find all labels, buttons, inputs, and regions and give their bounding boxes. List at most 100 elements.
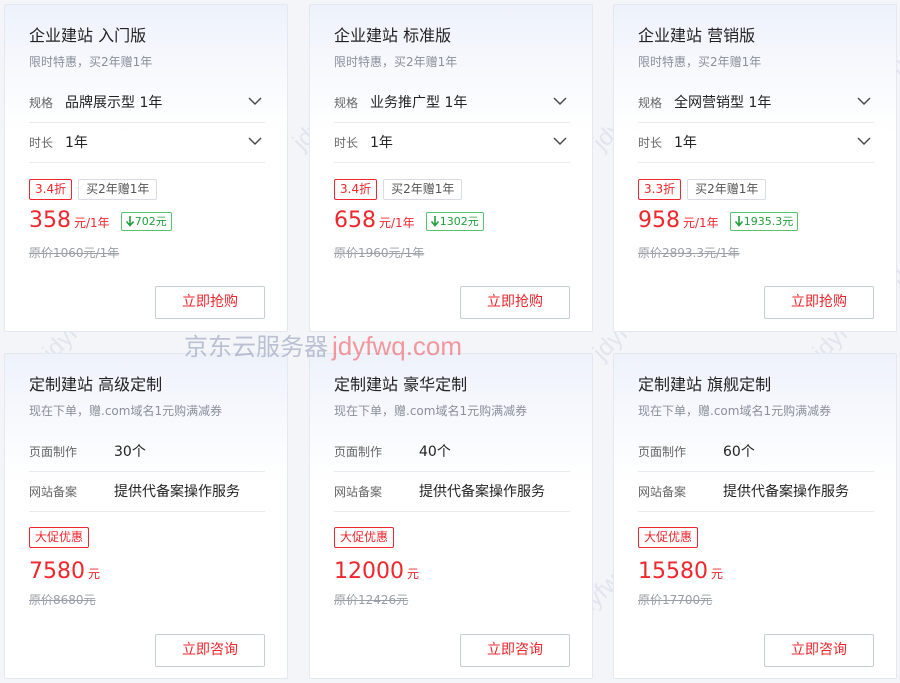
original-price: 原价1960元/1年 xyxy=(334,246,425,260)
price-value: 358 xyxy=(29,208,71,233)
chevron-down-icon xyxy=(857,97,871,105)
icp-label: 网站备案 xyxy=(638,485,687,499)
card-title: 企业建站 营销版 xyxy=(638,26,756,45)
original-price: 原价1060元/1年 xyxy=(29,246,120,260)
original-price: 原价17700元 xyxy=(638,593,713,607)
pages-row: 页面制作 40个 xyxy=(334,432,570,472)
spec-value: 全网营销型 1年 xyxy=(674,95,772,111)
card-title: 企业建站 入门版 xyxy=(29,26,147,45)
original-price: 原价2893.3元/1年 xyxy=(638,246,740,260)
price-unit: 元/1年 xyxy=(74,216,110,230)
price-unit: 元/1年 xyxy=(379,216,415,230)
card-subtitle: 现在下单，赠.com域名1元购满减券 xyxy=(638,404,832,418)
saving-badge: 1302元 xyxy=(425,212,484,231)
spec-value: 业务推广型 1年 xyxy=(370,95,468,111)
icp-label: 网站备案 xyxy=(334,485,383,499)
duration-label: 时长 xyxy=(638,136,663,150)
card-subtitle: 限时特惠，买2年赠1年 xyxy=(638,55,762,69)
duration-select[interactable]: 时长 1年 xyxy=(29,123,265,163)
custom-card-advanced: 定制建站 高级定制 现在下单，赠.com域名1元购满减券 页面制作 30个 网站… xyxy=(4,353,288,679)
buy-now-button[interactable]: 立即抢购 xyxy=(155,286,265,319)
price-value: 7580 xyxy=(29,559,85,584)
price-unit: 元/1年 xyxy=(683,216,719,230)
card-subtitle: 限时特惠，买2年赠1年 xyxy=(334,55,458,69)
chevron-down-icon xyxy=(553,137,567,145)
icp-value: 提供代备案操作服务 xyxy=(419,484,545,500)
buy-now-button[interactable]: 立即抢购 xyxy=(460,286,570,319)
duration-value: 1年 xyxy=(65,135,88,151)
card-title: 企业建站 标准版 xyxy=(334,26,452,45)
icp-value: 提供代备案操作服务 xyxy=(723,484,849,500)
duration-select[interactable]: 时长 1年 xyxy=(334,123,570,163)
price-value: 15580 xyxy=(638,559,708,584)
pages-label: 页面制作 xyxy=(29,445,78,459)
arrow-down-icon xyxy=(734,216,743,227)
card-title: 定制建站 旗舰定制 xyxy=(638,375,772,394)
pages-row: 页面制作 60个 xyxy=(638,432,874,472)
card-subtitle: 限时特惠，买2年赠1年 xyxy=(29,55,153,69)
card-subtitle: 现在下单，赠.com域名1元购满减券 xyxy=(29,404,223,418)
promo-badge: 大促优惠 xyxy=(29,527,90,548)
spec-select[interactable]: 规格 全网营销型 1年 xyxy=(638,83,874,123)
card-title: 定制建站 豪华定制 xyxy=(334,375,468,394)
price-value: 658 xyxy=(334,208,376,233)
icp-label: 网站备案 xyxy=(29,485,78,499)
pages-value: 40个 xyxy=(419,444,451,460)
icp-row: 网站备案 提供代备案操作服务 xyxy=(638,472,874,512)
original-price: 原价8680元 xyxy=(29,593,96,607)
price-value: 12000 xyxy=(334,559,404,584)
product-card-standard: 企业建站 标准版 限时特惠，买2年赠1年 规格 业务推广型 1年 时长 1年 3… xyxy=(309,4,593,332)
saving-badge: 1935.3元 xyxy=(729,212,799,231)
arrow-down-icon xyxy=(430,216,439,227)
price-value: 958 xyxy=(638,208,680,233)
discount-badge: 3.3折 xyxy=(638,179,682,200)
pages-value: 30个 xyxy=(114,444,146,460)
spec-select[interactable]: 规格 品牌展示型 1年 xyxy=(29,83,265,123)
promo-badge: 买2年赠1年 xyxy=(383,179,463,200)
custom-card-luxury: 定制建站 豪华定制 现在下单，赠.com域名1元购满减券 页面制作 40个 网站… xyxy=(309,353,593,679)
promo-badge: 大促优惠 xyxy=(334,527,395,548)
spec-label: 规格 xyxy=(29,96,54,110)
icp-value: 提供代备案操作服务 xyxy=(114,484,240,500)
chevron-down-icon xyxy=(248,137,262,145)
duration-select[interactable]: 时长 1年 xyxy=(638,123,874,163)
spec-value: 品牌展示型 1年 xyxy=(65,95,163,111)
product-card-marketing: 企业建站 营销版 限时特惠，买2年赠1年 规格 全网营销型 1年 时长 1年 3… xyxy=(613,4,897,332)
original-price: 原价12426元 xyxy=(334,593,409,607)
chevron-down-icon xyxy=(857,137,871,145)
promo-badge: 买2年赠1年 xyxy=(78,179,158,200)
price-unit: 元 xyxy=(407,567,420,581)
consult-button[interactable]: 立即咨询 xyxy=(155,634,265,667)
consult-button[interactable]: 立即咨询 xyxy=(764,634,874,667)
saving-badge: 702元 xyxy=(120,212,172,231)
saving-amount: 702元 xyxy=(134,215,167,228)
saving-amount: 1302元 xyxy=(439,215,479,228)
chevron-down-icon xyxy=(248,97,262,105)
buy-now-button[interactable]: 立即抢购 xyxy=(764,286,874,319)
saving-amount: 1935.3元 xyxy=(743,215,794,228)
card-title: 定制建站 高级定制 xyxy=(29,375,163,394)
spec-label: 规格 xyxy=(638,96,663,110)
custom-card-flagship: 定制建站 旗舰定制 现在下单，赠.com域名1元购满减券 页面制作 60个 网站… xyxy=(613,353,897,679)
promo-badge: 大促优惠 xyxy=(638,527,699,548)
pages-label: 页面制作 xyxy=(334,445,383,459)
duration-value: 1年 xyxy=(674,135,697,151)
duration-label: 时长 xyxy=(334,136,359,150)
duration-value: 1年 xyxy=(370,135,393,151)
discount-badge: 3.4折 xyxy=(29,179,73,200)
price-unit: 元 xyxy=(88,567,101,581)
price-unit: 元 xyxy=(711,567,724,581)
pages-label: 页面制作 xyxy=(638,445,687,459)
discount-badge: 3.4折 xyxy=(334,179,378,200)
icp-row: 网站备案 提供代备案操作服务 xyxy=(334,472,570,512)
icp-row: 网站备案 提供代备案操作服务 xyxy=(29,472,265,512)
product-card-starter: 企业建站 入门版 限时特惠，买2年赠1年 规格 品牌展示型 1年 时长 1年 3… xyxy=(4,4,288,332)
chevron-down-icon xyxy=(553,97,567,105)
spec-select[interactable]: 规格 业务推广型 1年 xyxy=(334,83,570,123)
arrow-down-icon xyxy=(125,216,134,227)
duration-label: 时长 xyxy=(29,136,54,150)
pages-row: 页面制作 30个 xyxy=(29,432,265,472)
card-subtitle: 现在下单，赠.com域名1元购满减券 xyxy=(334,404,528,418)
consult-button[interactable]: 立即咨询 xyxy=(460,634,570,667)
pages-value: 60个 xyxy=(723,444,755,460)
